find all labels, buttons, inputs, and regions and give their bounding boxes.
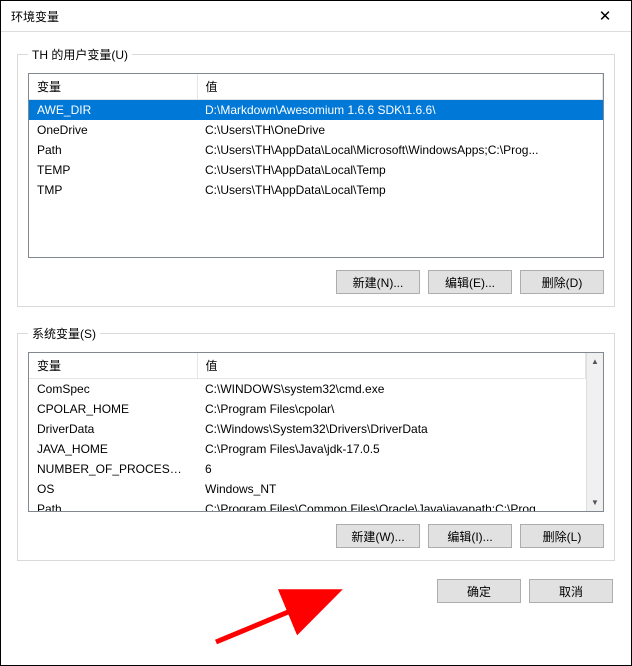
table-row[interactable]: DriverData C:\Windows\System32\Drivers\D… xyxy=(29,419,586,439)
column-header-value[interactable]: 值 xyxy=(197,74,603,100)
dialog-content: TH 的用户变量(U) 变量 值 AWE_DIR xyxy=(1,32,631,665)
user-variables-table[interactable]: 变量 值 AWE_DIR D:\Markdown\Awesomium 1.6.6… xyxy=(29,74,603,257)
table-row[interactable]: CPOLAR_HOME C:\Program Files\cpolar\ xyxy=(29,399,586,419)
var-value: D:\Markdown\Awesomium 1.6.6 SDK\1.6.6\ xyxy=(197,100,603,121)
window-title: 环境变量 xyxy=(11,8,59,25)
scroll-track[interactable] xyxy=(587,370,603,494)
var-value: C:\Users\TH\AppData\Local\Temp xyxy=(197,180,603,200)
table-row[interactable]: ComSpec C:\WINDOWS\system32\cmd.exe xyxy=(29,379,586,400)
system-buttons-row: 新建(W)... 编辑(I)... 删除(L) xyxy=(28,524,604,548)
close-icon[interactable]: ✕ xyxy=(589,7,621,25)
table-row[interactable]: OS Windows_NT xyxy=(29,479,586,499)
table-row[interactable]: Path C:\Users\TH\AppData\Local\Microsoft… xyxy=(29,140,603,160)
user-group-legend: TH 的用户变量(U) xyxy=(28,46,132,63)
user-new-button[interactable]: 新建(N)... xyxy=(336,270,420,294)
var-name: DriverData xyxy=(29,419,197,439)
var-name: NUMBER_OF_PROCESSORS xyxy=(29,459,197,479)
system-variables-table[interactable]: 变量 值 ComSpec C:\WINDOWS\system32\cmd.exe… xyxy=(29,353,586,511)
var-value: C:\Program Files\cpolar\ xyxy=(197,399,586,419)
system-variables-group: 系统变量(S) 变量 值 ComSpec xyxy=(17,325,615,561)
var-value: C:\Windows\System32\Drivers\DriverData xyxy=(197,419,586,439)
column-header-value[interactable]: 值 xyxy=(197,353,586,379)
user-table-header: 变量 值 xyxy=(29,74,603,100)
var-name: TMP xyxy=(29,180,197,200)
var-value: C:\Program Files\Java\jdk-17.0.5 xyxy=(197,439,586,459)
user-buttons-row: 新建(N)... 编辑(E)... 删除(D) xyxy=(28,270,604,294)
user-variables-group: TH 的用户变量(U) 变量 值 AWE_DIR xyxy=(17,46,615,307)
system-new-button[interactable]: 新建(W)... xyxy=(336,524,420,548)
cancel-button[interactable]: 取消 xyxy=(529,579,613,603)
system-variables-table-wrap: 变量 值 ComSpec C:\WINDOWS\system32\cmd.exe… xyxy=(28,352,604,512)
table-row[interactable]: Path C:\Program Files\Common Files\Oracl… xyxy=(29,499,586,511)
system-delete-button[interactable]: 删除(L) xyxy=(520,524,604,548)
var-value: Windows_NT xyxy=(197,479,586,499)
var-value: C:\Program Files\Common Files\Oracle\Jav… xyxy=(197,499,586,511)
var-name: OS xyxy=(29,479,197,499)
column-header-variable[interactable]: 变量 xyxy=(29,74,197,100)
table-row[interactable]: NUMBER_OF_PROCESSORS 6 xyxy=(29,459,586,479)
table-row[interactable]: AWE_DIR D:\Markdown\Awesomium 1.6.6 SDK\… xyxy=(29,100,603,121)
var-name: TEMP xyxy=(29,160,197,180)
footer-buttons: 确定 取消 xyxy=(17,579,615,603)
var-name: AWE_DIR xyxy=(29,100,197,121)
var-name: OneDrive xyxy=(29,120,197,140)
var-value: C:\WINDOWS\system32\cmd.exe xyxy=(197,379,586,400)
system-group-legend: 系统变量(S) xyxy=(28,325,100,342)
var-name: Path xyxy=(29,140,197,160)
var-value: 6 xyxy=(197,459,586,479)
table-row[interactable]: OneDrive C:\Users\TH\OneDrive xyxy=(29,120,603,140)
var-name: CPOLAR_HOME xyxy=(29,399,197,419)
system-scrollbar[interactable]: ▲ ▼ xyxy=(586,353,603,511)
user-delete-button[interactable]: 删除(D) xyxy=(520,270,604,294)
system-edit-button[interactable]: 编辑(I)... xyxy=(428,524,512,548)
ok-button[interactable]: 确定 xyxy=(437,579,521,603)
user-edit-button[interactable]: 编辑(E)... xyxy=(428,270,512,294)
var-value: C:\Users\TH\AppData\Local\Temp xyxy=(197,160,603,180)
var-name: JAVA_HOME xyxy=(29,439,197,459)
titlebar: 环境变量 ✕ xyxy=(1,1,631,32)
table-row[interactable]: TMP C:\Users\TH\AppData\Local\Temp xyxy=(29,180,603,200)
var-value: C:\Users\TH\AppData\Local\Microsoft\Wind… xyxy=(197,140,603,160)
user-variables-table-wrap: 变量 值 AWE_DIR D:\Markdown\Awesomium 1.6.6… xyxy=(28,73,604,258)
var-name: ComSpec xyxy=(29,379,197,400)
system-table-header: 变量 值 xyxy=(29,353,586,379)
env-vars-dialog: 环境变量 ✕ TH 的用户变量(U) 变量 值 xyxy=(0,0,632,666)
var-value: C:\Users\TH\OneDrive xyxy=(197,120,603,140)
var-name: Path xyxy=(29,499,197,511)
column-header-variable[interactable]: 变量 xyxy=(29,353,197,379)
scroll-down-icon[interactable]: ▼ xyxy=(587,494,603,511)
table-row[interactable]: TEMP C:\Users\TH\AppData\Local\Temp xyxy=(29,160,603,180)
table-row[interactable]: JAVA_HOME C:\Program Files\Java\jdk-17.0… xyxy=(29,439,586,459)
scroll-up-icon[interactable]: ▲ xyxy=(587,353,603,370)
